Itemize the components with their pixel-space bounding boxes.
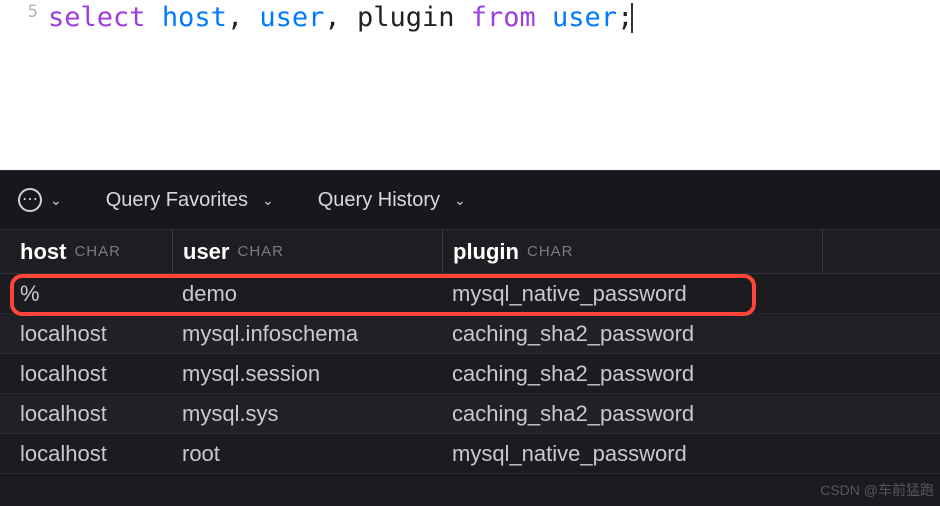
column-header-empty [822, 230, 940, 273]
table-row[interactable]: localhost mysql.sys caching_sha2_passwor… [0, 394, 940, 434]
code-line[interactable]: select host, user, plugin from user; [48, 0, 940, 170]
keyword-from: from [471, 2, 536, 33]
cell-plugin: mysql_native_password [442, 441, 940, 467]
cell-host: localhost [0, 361, 172, 387]
comma: , [324, 2, 340, 33]
chevron-down-icon: ⌄ [50, 192, 62, 209]
table-row[interactable]: localhost mysql.session caching_sha2_pas… [0, 354, 940, 394]
query-favorites-label: Query Favorites [106, 189, 248, 212]
results-header-row: host CHAR user CHAR plugin CHAR [0, 230, 940, 274]
table-row[interactable]: localhost mysql.infoschema caching_sha2_… [0, 314, 940, 354]
cell-host: localhost [0, 441, 172, 467]
column-header-user[interactable]: user CHAR [172, 230, 442, 273]
comma: , [227, 2, 243, 33]
identifier-user2: user [552, 2, 617, 33]
cell-user: root [172, 441, 442, 467]
line-number: 5 [28, 2, 38, 22]
table-row[interactable]: % demo mysql_native_password [0, 274, 940, 314]
results-body: % demo mysql_native_password localhost m… [0, 274, 940, 474]
cell-plugin: caching_sha2_password [442, 401, 940, 427]
sql-editor[interactable]: 5 select host, user, plugin from user; [0, 0, 940, 170]
chevron-down-icon: ⌄ [262, 192, 274, 209]
identifier-host: host [162, 2, 227, 33]
cell-host: localhost [0, 321, 172, 347]
cell-user: mysql.session [172, 361, 442, 387]
column-name: user [183, 239, 229, 265]
identifier-plugin: plugin [357, 2, 455, 33]
table-row[interactable]: localhost root mysql_native_password [0, 434, 940, 474]
column-type: CHAR [74, 243, 121, 260]
cell-user: demo [172, 281, 442, 307]
chevron-down-icon: ⌄ [454, 192, 466, 209]
cell-host: % [0, 281, 172, 307]
cell-host: localhost [0, 401, 172, 427]
identifier-user: user [259, 2, 324, 33]
query-favorites-dropdown[interactable]: Query Favorites ⌄ [106, 189, 274, 212]
cell-plugin: mysql_native_password [442, 281, 940, 307]
column-header-host[interactable]: host CHAR [0, 230, 172, 273]
query-history-label: Query History [318, 189, 440, 212]
keyword-select: select [48, 2, 146, 33]
watermark: CSDN @车前猛跑 [820, 480, 934, 500]
cell-user: mysql.sys [172, 401, 442, 427]
results-toolbar: ⌄ Query Favorites ⌄ Query History ⌄ [0, 170, 940, 230]
text-cursor [631, 3, 633, 33]
cell-plugin: caching_sha2_password [442, 361, 940, 387]
column-name: host [20, 239, 66, 265]
cell-user: mysql.infoschema [172, 321, 442, 347]
ellipsis-circle-icon [18, 188, 42, 212]
cell-plugin: caching_sha2_password [442, 321, 940, 347]
column-type: CHAR [527, 243, 574, 260]
column-type: CHAR [237, 243, 284, 260]
column-header-plugin[interactable]: plugin CHAR [442, 230, 822, 273]
more-options-button[interactable]: ⌄ [18, 188, 62, 212]
column-name: plugin [453, 239, 519, 265]
query-history-dropdown[interactable]: Query History ⌄ [318, 189, 466, 212]
line-gutter: 5 [0, 0, 48, 170]
